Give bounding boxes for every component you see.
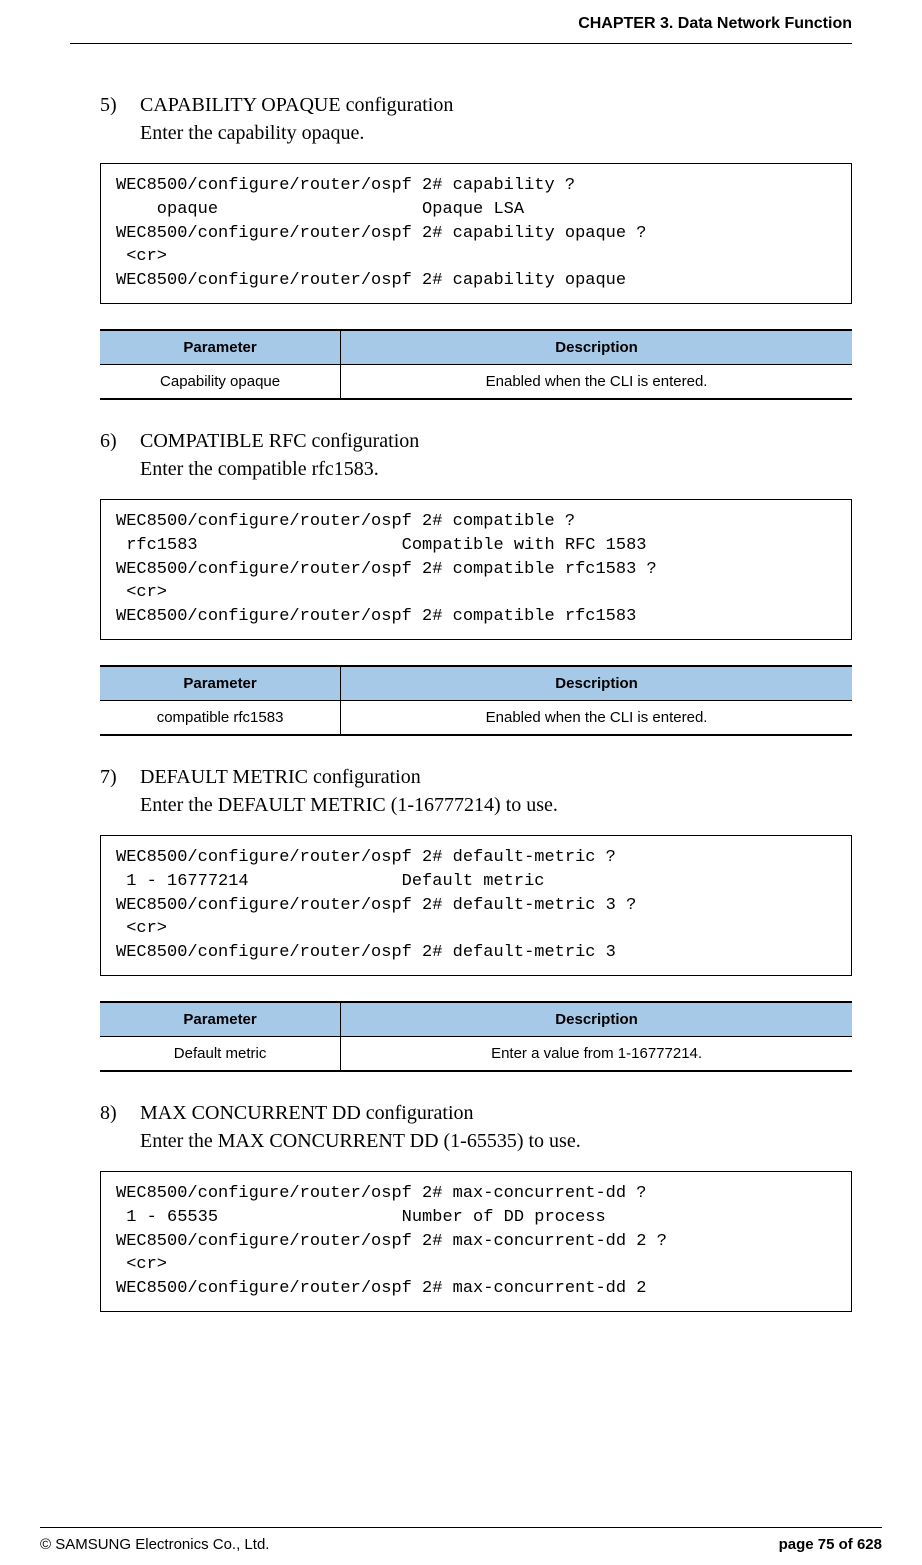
td-description: Enabled when the CLI is entered.	[341, 364, 852, 399]
section-8-code: WEC8500/configure/router/ospf 2# max-con…	[100, 1171, 852, 1312]
item-title: COMPATIBLE RFC configuration	[140, 430, 419, 453]
item-title: CAPABILITY OPAQUE configuration	[140, 94, 453, 117]
td-parameter: compatible rfc1583	[100, 700, 341, 735]
section-5-heading: 5) CAPABILITY OPAQUE configuration	[100, 94, 852, 117]
th-parameter: Parameter	[100, 330, 341, 365]
footer-copyright: © SAMSUNG Electronics Co., Ltd.	[40, 1536, 269, 1553]
section-5-table: Parameter Description Capability opaque …	[100, 329, 852, 400]
th-description: Description	[341, 330, 852, 365]
section-6-desc: Enter the compatible rfc1583.	[140, 458, 852, 481]
th-parameter: Parameter	[100, 666, 341, 701]
section-7-code: WEC8500/configure/router/ospf 2# default…	[100, 835, 852, 976]
section-7-table: Parameter Description Default metric Ent…	[100, 1001, 852, 1072]
section-7-heading: 7) DEFAULT METRIC configuration	[100, 766, 852, 789]
item-title: MAX CONCURRENT DD configuration	[140, 1102, 474, 1125]
section-5-desc: Enter the capability opaque.	[140, 122, 852, 145]
section-8-desc: Enter the MAX CONCURRENT DD (1-65535) to…	[140, 1130, 852, 1153]
th-parameter: Parameter	[100, 1002, 341, 1037]
item-number: 6)	[100, 430, 140, 453]
table-header-row: Parameter Description	[100, 666, 852, 701]
table-row: Capability opaque Enabled when the CLI i…	[100, 364, 852, 399]
section-5-code: WEC8500/configure/router/ospf 2# capabil…	[100, 163, 852, 304]
page-header: CHAPTER 3. Data Network Function	[70, 0, 852, 44]
section-6-table: Parameter Description compatible rfc1583…	[100, 665, 852, 736]
th-description: Description	[341, 666, 852, 701]
page-content: 5) CAPABILITY OPAQUE configuration Enter…	[70, 94, 852, 1312]
item-number: 8)	[100, 1102, 140, 1125]
table-header-row: Parameter Description	[100, 330, 852, 365]
th-description: Description	[341, 1002, 852, 1037]
section-7-desc: Enter the DEFAULT METRIC (1-16777214) to…	[140, 794, 852, 817]
table-row: compatible rfc1583 Enabled when the CLI …	[100, 700, 852, 735]
page-footer: © SAMSUNG Electronics Co., Ltd. page 75 …	[40, 1527, 882, 1553]
td-description: Enabled when the CLI is entered.	[341, 700, 852, 735]
section-6-heading: 6) COMPATIBLE RFC configuration	[100, 430, 852, 453]
section-8-heading: 8) MAX CONCURRENT DD configuration	[100, 1102, 852, 1125]
item-number: 5)	[100, 94, 140, 117]
table-header-row: Parameter Description	[100, 1002, 852, 1037]
item-title: DEFAULT METRIC configuration	[140, 766, 421, 789]
td-parameter: Capability opaque	[100, 364, 341, 399]
footer-page-number: page 75 of 628	[779, 1536, 882, 1553]
section-6-code: WEC8500/configure/router/ospf 2# compati…	[100, 499, 852, 640]
td-description: Enter a value from 1-16777214.	[341, 1036, 852, 1071]
table-row: Default metric Enter a value from 1-1677…	[100, 1036, 852, 1071]
td-parameter: Default metric	[100, 1036, 341, 1071]
item-number: 7)	[100, 766, 140, 789]
page-container: CHAPTER 3. Data Network Function 5) CAPA…	[0, 0, 922, 1565]
chapter-title: CHAPTER 3. Data Network Function	[578, 15, 852, 32]
